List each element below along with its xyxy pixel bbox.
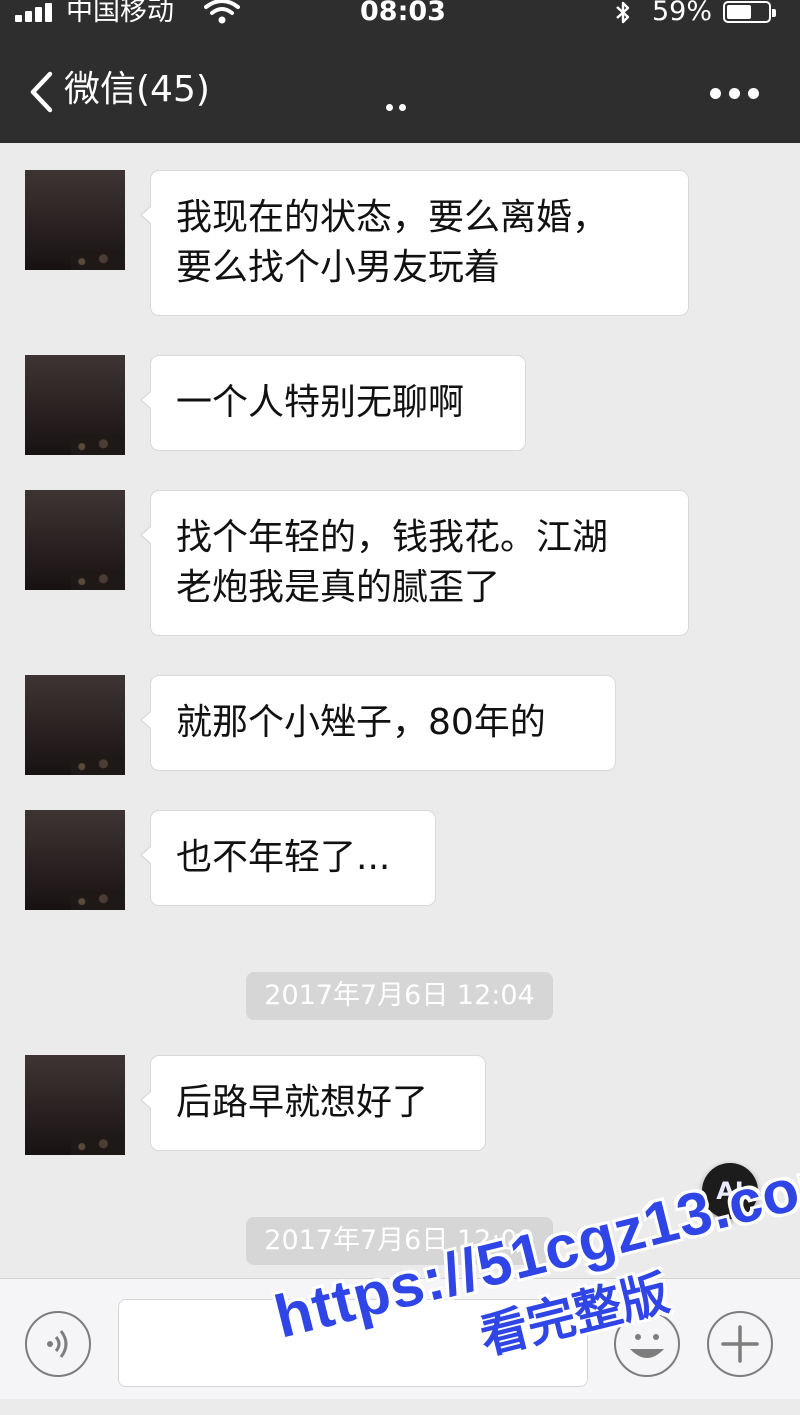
message-bubble[interactable]: 也不年轻了... [140,810,436,906]
battery-icon [723,1,776,23]
typing-dots-icon [386,96,412,115]
voice-icon[interactable] [25,1311,91,1377]
carrier-label: 中国移动 [66,0,174,27]
message-bubble[interactable]: 找个年轻的，钱我花。江湖 老炮我是真的腻歪了 [140,490,689,636]
back-button-label[interactable]: 微信(45) [64,68,210,112]
clock: 08:03 [360,0,446,27]
contact-avatar[interactable] [25,810,125,910]
back-chevron-icon[interactable] [28,70,54,118]
status-bar: 中国移动 08:03 59% [0,0,800,30]
message-bubble[interactable]: 我现在的状态，要么离婚， 要么找个小男友玩着 [140,170,689,316]
message-bubble[interactable]: 一个人特别无聊啊 [140,355,526,451]
plus-icon[interactable] [707,1311,773,1377]
contact-avatar[interactable] [25,355,125,455]
top-bar: 中国移动 08:03 59% 微信(45) [0,0,800,143]
message-bubble[interactable]: 就那个小矬子，80年的 [140,675,616,771]
message-bubble[interactable]: 后路早就想好了 [140,1055,486,1151]
contact-avatar[interactable] [25,490,125,590]
contact-avatar[interactable] [25,675,125,775]
timestamp-label: 2017年7月6日 12:04 [246,972,553,1020]
contact-avatar[interactable] [25,170,125,270]
bluetooth-icon [612,0,634,30]
battery-fill [727,5,751,19]
contact-avatar[interactable] [25,1055,125,1155]
wifi-icon [204,0,240,28]
nav-bar: 微信(45) [0,60,800,120]
battery-percent: 59% [652,0,713,27]
more-dots-icon[interactable] [710,84,767,103]
